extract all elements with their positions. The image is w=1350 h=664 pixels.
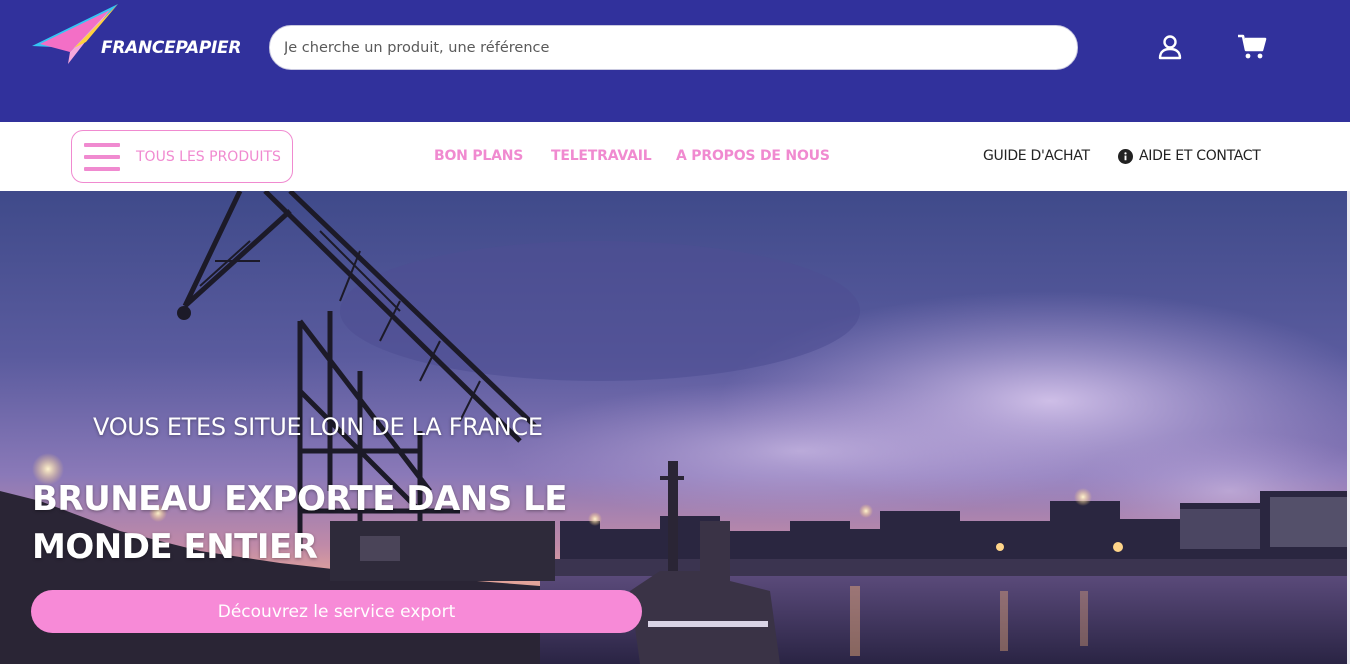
- nav-link-a-propos[interactable]: A PROPOS DE NOUS: [676, 148, 830, 164]
- main-navigation: TOUS LES PRODUITS BON PLANS TELETRAVAIL …: [0, 122, 1350, 191]
- top-header: FRANCEPAPIER: [0, 0, 1350, 122]
- info-icon: [1118, 149, 1133, 164]
- hero-title: BRUNEAU EXPORTE DANS LE MONDE ENTIER: [32, 479, 567, 567]
- hamburger-menu-icon: [84, 142, 120, 171]
- nav-link-aide-contact[interactable]: AIDE ET CONTACT: [1139, 148, 1261, 164]
- all-products-label: TOUS LES PRODUITS: [136, 148, 281, 165]
- nav-link-bon-plans[interactable]: BON PLANS: [434, 148, 523, 164]
- hero-banner: VOUS ETES SITUE LOIN DE LA FRANCE BRUNEA…: [0, 191, 1347, 664]
- shopping-cart-icon: [1238, 34, 1267, 59]
- export-service-button[interactable]: Découvrez le service export: [31, 590, 642, 633]
- all-products-menu-button[interactable]: TOUS LES PRODUITS: [71, 130, 293, 183]
- user-icon: [1158, 35, 1182, 60]
- nav-link-guide-achat[interactable]: GUIDE D'ACHAT: [983, 148, 1090, 164]
- search-input[interactable]: [269, 25, 1078, 70]
- site-logo[interactable]: FRANCEPAPIER: [30, 4, 250, 66]
- logo-text: FRANCEPAPIER: [101, 38, 242, 58]
- cart-button[interactable]: [1237, 32, 1267, 62]
- nav-link-teletravail[interactable]: TELETRAVAIL: [551, 148, 652, 164]
- hero-kicker: VOUS ETES SITUE LOIN DE LA FRANCE: [93, 413, 543, 441]
- account-button[interactable]: [1155, 32, 1185, 62]
